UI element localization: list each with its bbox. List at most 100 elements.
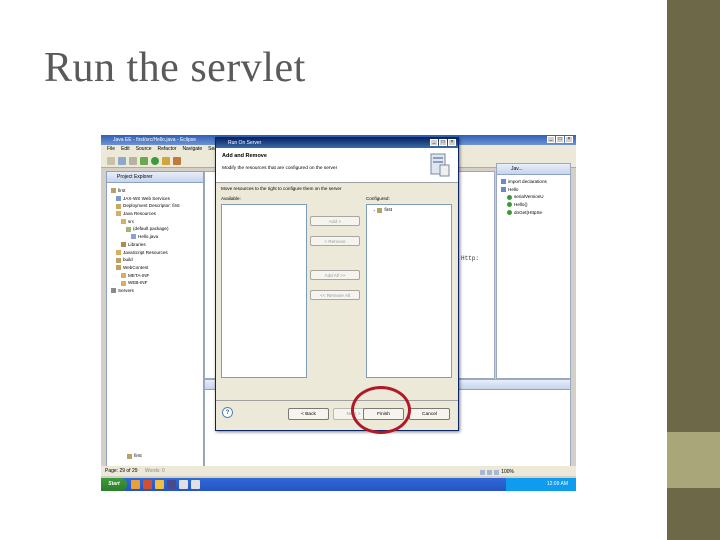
menu-item[interactable]: Source bbox=[136, 145, 152, 154]
outline-item[interactable]: Hello bbox=[499, 186, 568, 194]
tree-item[interactable]: WebContent bbox=[109, 264, 201, 272]
start-button[interactable]: Start bbox=[101, 478, 127, 491]
list-item[interactable]: + first bbox=[373, 208, 392, 213]
configured-item-label: first bbox=[384, 208, 393, 213]
outline-item[interactable]: doGet(HttpSe bbox=[499, 209, 568, 217]
dialog-heading: Add and Remove bbox=[222, 153, 267, 159]
maximize-icon[interactable]: □ bbox=[556, 136, 564, 143]
outline-item-icon bbox=[501, 179, 506, 185]
dialog-description: Move resources to the right to configure… bbox=[221, 186, 342, 191]
outline-panel: Jav... import declarations Hello serialVer… bbox=[496, 163, 571, 379]
outline-header: Jav... bbox=[497, 164, 570, 175]
tree-item-icon bbox=[131, 234, 136, 240]
cancel-button[interactable]: Cancel bbox=[409, 408, 450, 420]
dialog-title-bar: Run On Server _ □ × bbox=[216, 138, 458, 148]
tree-item[interactable]: JavaScript Resources bbox=[109, 249, 201, 257]
add-button[interactable]: Add > bbox=[310, 216, 360, 226]
view-icon[interactable] bbox=[487, 469, 493, 475]
outline-item-icon bbox=[507, 210, 512, 216]
outline-item-icon bbox=[507, 194, 512, 200]
dialog-separator bbox=[216, 400, 458, 401]
system-tray: 12:09 AM bbox=[506, 478, 576, 491]
help-icon[interactable]: ? bbox=[222, 407, 233, 418]
project-icon bbox=[127, 454, 132, 459]
menu-item[interactable]: Navigate bbox=[182, 145, 202, 154]
outline-item-label: Hello() bbox=[514, 202, 528, 208]
outline-item[interactable]: import declarations bbox=[499, 178, 568, 186]
new-server-icon[interactable] bbox=[173, 157, 181, 165]
server-icon bbox=[430, 153, 450, 177]
ie-icon[interactable] bbox=[131, 480, 140, 489]
project-tree: first JAX-WS Web Services Deployment Descr… bbox=[107, 183, 203, 299]
clock: 12:09 AM bbox=[546, 481, 568, 487]
outline-tree: import declarations Hello serialVersionU He… bbox=[497, 175, 570, 219]
menu-item[interactable]: File bbox=[107, 145, 115, 154]
tree-item[interactable]: (default package) bbox=[109, 225, 201, 233]
run-on-server-dialog: Run On Server _ □ × Add and Remove Modif… bbox=[215, 137, 459, 431]
tree-item[interactable]: Java Resources bbox=[109, 210, 201, 218]
tree-item-label: WebContent bbox=[123, 264, 149, 270]
eclipse-window-title: Java EE - first/src/Hello.java - Eclipse bbox=[113, 137, 197, 143]
tree-item[interactable]: Servers bbox=[109, 287, 201, 295]
tree-item-label: Deployment Descriptor: first bbox=[123, 203, 180, 209]
tree-item-label: (default package) bbox=[133, 226, 169, 232]
back-button[interactable]: < Back bbox=[288, 408, 329, 420]
tree-item-icon bbox=[116, 203, 121, 209]
folder-icon[interactable] bbox=[155, 480, 164, 489]
close-icon[interactable]: × bbox=[565, 136, 573, 143]
tree-item[interactable]: Deployment Descriptor: first bbox=[109, 202, 201, 210]
outline-item[interactable]: Hello() bbox=[499, 201, 568, 209]
remove-all-button[interactable]: << Remove All bbox=[310, 290, 360, 300]
app-icon[interactable] bbox=[191, 480, 200, 489]
tree-item-label: WEB-INF bbox=[128, 280, 148, 286]
dialog-title: Run On Server bbox=[228, 140, 262, 146]
expand-icon[interactable]: + bbox=[373, 208, 375, 213]
view-icon[interactable] bbox=[480, 469, 486, 475]
project-explorer-header: Project Explorer bbox=[107, 172, 203, 183]
tree-item-label: build bbox=[123, 257, 133, 263]
tree-item[interactable]: Hello.java bbox=[109, 233, 201, 241]
tree-item-label: first bbox=[118, 188, 126, 193]
save-icon[interactable] bbox=[118, 157, 126, 165]
run-icon[interactable] bbox=[151, 157, 159, 165]
external-tools-icon[interactable] bbox=[162, 157, 170, 165]
print-icon[interactable] bbox=[129, 157, 137, 165]
tree-item-icon bbox=[121, 272, 126, 278]
windows-taskbar: Start 12:09 AM bbox=[101, 478, 576, 491]
close-icon[interactable]: × bbox=[448, 139, 456, 146]
project-icon bbox=[377, 208, 383, 213]
tree-item-label: src bbox=[128, 218, 135, 224]
maximize-icon[interactable]: □ bbox=[439, 139, 447, 146]
menu-item[interactable]: Refactor bbox=[158, 145, 177, 154]
configured-list[interactable]: + first bbox=[366, 204, 452, 378]
remove-button[interactable]: < Remove bbox=[310, 236, 360, 246]
tree-item[interactable]: Libraries bbox=[109, 241, 201, 249]
tree-item-icon bbox=[116, 265, 121, 271]
tree-item[interactable]: META-INF bbox=[109, 272, 201, 280]
tree-item-icon bbox=[116, 257, 121, 263]
word-icon[interactable] bbox=[179, 480, 188, 489]
view-icon[interactable] bbox=[494, 469, 500, 475]
status-bar: Page: 29 of 29 Words: 0 100% bbox=[101, 466, 576, 476]
minimize-icon[interactable]: _ bbox=[547, 136, 555, 143]
tree-item[interactable]: first bbox=[109, 187, 201, 195]
tree-item[interactable]: WEB-INF bbox=[109, 279, 201, 287]
outline-item-label: import declarations bbox=[508, 179, 547, 184]
new-file-icon[interactable] bbox=[107, 157, 115, 165]
available-list[interactable] bbox=[221, 204, 307, 378]
menu-item[interactable]: Edit bbox=[121, 145, 130, 154]
tree-item-label: Hello.java bbox=[138, 234, 159, 240]
eclipse-icon[interactable] bbox=[167, 480, 176, 489]
tree-item[interactable]: src bbox=[109, 218, 201, 226]
tree-item[interactable]: JAX-WS Web Services bbox=[109, 195, 201, 203]
outline-item-label: doGet(HttpSe bbox=[514, 209, 543, 215]
decorative-sidebar-top bbox=[667, 0, 720, 432]
outline-item[interactable]: serialVersionU bbox=[499, 193, 568, 201]
tree-item-label: Java Resources bbox=[123, 211, 156, 217]
add-all-button[interactable]: Add All >> bbox=[310, 270, 360, 280]
debug-icon[interactable] bbox=[140, 157, 148, 165]
firefox-icon[interactable] bbox=[143, 480, 152, 489]
minimize-icon[interactable]: _ bbox=[430, 139, 438, 146]
project-explorer-panel: Project Explorer first JAX-WS Web Service… bbox=[106, 171, 204, 473]
tree-item[interactable]: build bbox=[109, 256, 201, 264]
